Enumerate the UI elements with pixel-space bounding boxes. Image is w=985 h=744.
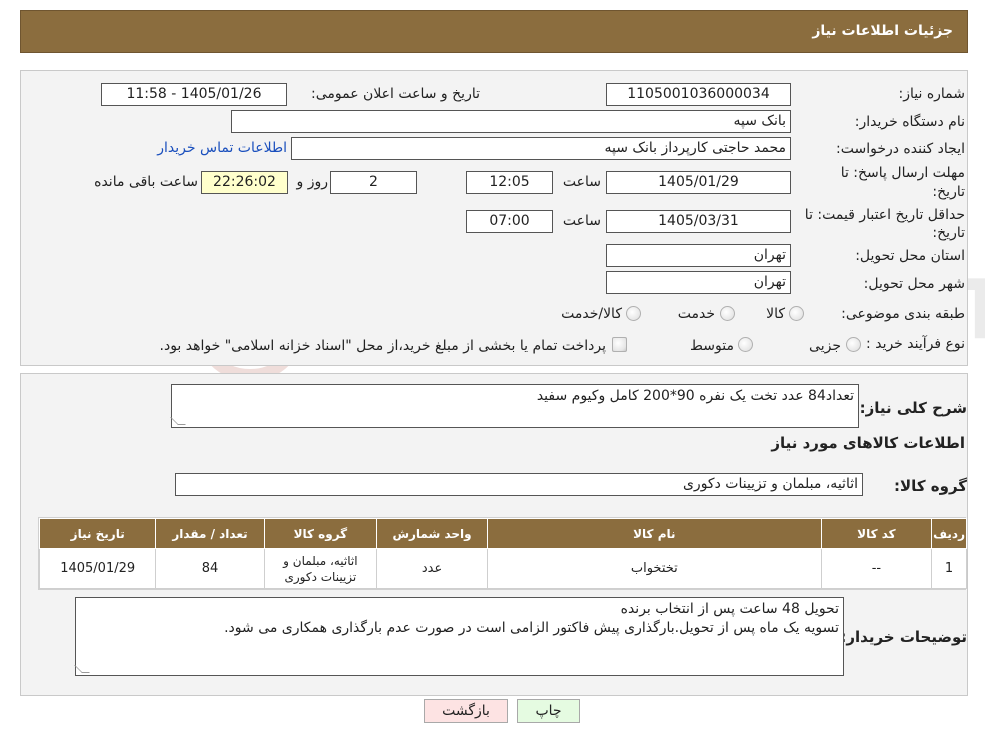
resize-grip-icon[interactable] [170, 417, 186, 425]
need-number-field: 1105001036000034 [606, 83, 791, 106]
need-number-label: شماره نیاز: [898, 86, 966, 102]
validity-time-field: 07:00 [466, 210, 553, 233]
table-row: 1 -- تختخواب عدد اثاثیه، مبلمان و تزیینا… [38, 548, 967, 589]
remaining-time-field: 22:26:02 [201, 171, 288, 194]
col-header-code: کد کالا [820, 518, 933, 549]
deadline-time-label: ساعت [562, 174, 601, 190]
col-header-name: نام کالا [486, 518, 822, 549]
city-label: شهر محل تحویل: [863, 276, 965, 292]
process-radio-medium[interactable] [738, 337, 753, 352]
cell-date: 1405/01/29 [38, 548, 157, 589]
col-header-row-number: ردیف [931, 518, 967, 549]
category-radio-goods-service[interactable] [626, 306, 641, 321]
days-label: روز و [296, 174, 329, 190]
deadline-time-field: 12:05 [466, 171, 553, 194]
process-label: نوع فرآیند خرید : [866, 336, 965, 352]
goods-section-title: اطلاعات کالاهای مورد نیاز [771, 434, 965, 452]
summary-text: تعداد84 عدد تخت یک نفره 90*200 کامل وکیو… [536, 388, 854, 404]
category-radio-service[interactable] [720, 306, 735, 321]
validity-time-label: ساعت [562, 213, 601, 229]
creator-label: ایجاد کننده درخواست: [836, 141, 965, 157]
city-field: تهران [606, 271, 791, 294]
deadline-label: مهلت ارسال پاسخ: تا [840, 165, 965, 181]
category-option-goods: کالا [766, 306, 785, 322]
buyer-org-label: نام دستگاه خریدار: [854, 114, 965, 130]
print-button[interactable]: چاپ [517, 699, 580, 723]
cell-unit: عدد [376, 548, 488, 589]
cell-code: -- [820, 548, 933, 589]
province-label: استان محل تحویل: [855, 248, 965, 264]
summary-label: شرح کلی نیاز: [859, 399, 967, 417]
category-option-goods-service: کالا/خدمت [561, 306, 622, 322]
items-table-wrapper: ردیف کد کالا نام کالا واحد شمارش گروه کا… [38, 517, 967, 590]
cell-quantity: 84 [155, 548, 265, 589]
cell-group: اثاثیه، مبلمان و تزیینات دکوری [263, 548, 378, 589]
process-radio-minor[interactable] [846, 337, 861, 352]
contact-info-link[interactable]: اطلاعات تماس خریدار [155, 140, 287, 156]
buyer-notes-label: توضیحات خریدار: [840, 628, 967, 646]
col-header-unit: واحد شمارش [376, 518, 488, 549]
days-field: 2 [330, 171, 417, 194]
validity-date-field: 1405/03/31 [606, 210, 791, 233]
process-option-medium: متوسط [690, 338, 734, 354]
process-option-minor: جزیی [809, 338, 841, 354]
table-header-row: ردیف کد کالا نام کالا واحد شمارش گروه کا… [38, 518, 967, 549]
group-field: اثاثیه، مبلمان و تزیینات دکوری [175, 473, 863, 496]
category-label: طبقه بندی موضوعی: [841, 306, 965, 322]
items-table: ردیف کد کالا نام کالا واحد شمارش گروه کا… [38, 518, 967, 589]
deadline-label-date: تاریخ: [932, 184, 965, 200]
cell-row-number: 1 [931, 548, 967, 589]
buyer-notes-line-2: تسویه یک ماه پس از تحویل.بارگذاری پیش فا… [224, 620, 839, 636]
col-header-group: گروه کالا [263, 518, 378, 549]
col-header-quantity: تعداد / مقدار [155, 518, 265, 549]
remaining-label: ساعت باقی مانده [94, 174, 198, 190]
page-header: جزئیات اطلاعات نیاز [20, 10, 968, 53]
group-label: گروه کالا: [894, 477, 967, 495]
category-option-service: خدمت [677, 306, 715, 322]
validity-label-date: تاریخ: [932, 225, 965, 241]
announce-label: تاریخ و ساعت اعلان عمومی: [311, 86, 480, 102]
page-title: جزئیات اطلاعات نیاز [812, 23, 953, 39]
summary-textarea[interactable]: تعداد84 عدد تخت یک نفره 90*200 کامل وکیو… [170, 384, 859, 428]
col-header-date: تاریخ نیاز [38, 518, 157, 549]
buyer-org-field: بانک سپه [231, 110, 791, 133]
province-field: تهران [606, 244, 791, 267]
validity-label: حداقل تاریخ اعتبار قیمت: تا [804, 207, 965, 223]
process-note: پرداخت تمام یا بخشی از مبلغ خرید،از محل … [159, 338, 606, 354]
buyer-notes-line-1: تحویل 48 ساعت پس از انتخاب برنده [620, 601, 839, 617]
back-button[interactable]: بازگشت [424, 699, 508, 723]
buyer-notes-textarea[interactable]: تحویل 48 ساعت پس از انتخاب برنده تسویه ی… [74, 597, 844, 676]
deadline-date-field: 1405/01/29 [606, 171, 791, 194]
announce-field: 1405/01/26 - 11:58 [101, 83, 287, 106]
cell-name: تختخواب [486, 548, 822, 589]
category-radio-goods[interactable] [789, 306, 804, 321]
resize-grip-icon[interactable] [74, 665, 90, 673]
creator-field: محمد حاجتی کارپرداز بانک سپه [291, 137, 791, 160]
process-treasury-checkbox[interactable] [612, 337, 627, 352]
